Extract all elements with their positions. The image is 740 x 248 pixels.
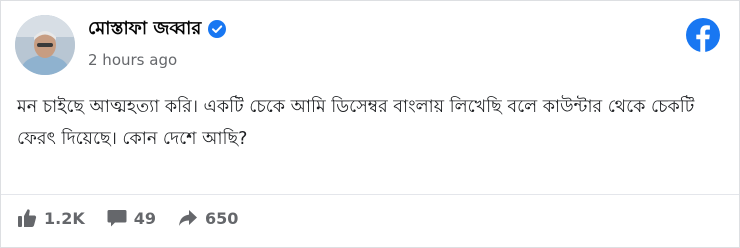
- comment-icon: [107, 210, 127, 227]
- comment-stat[interactable]: 49: [107, 208, 156, 228]
- like-icon: [18, 209, 37, 227]
- avatar[interactable]: [15, 15, 75, 75]
- verified-badge-icon: [208, 20, 227, 38]
- post-timestamp[interactable]: 2 hours ago: [88, 51, 177, 69]
- like-stat[interactable]: 1.2K: [17, 208, 85, 228]
- comment-count: 49: [133, 208, 157, 228]
- post-card: মোস্তাফা জব্বার 2 hours ago মন চাইছে আত্…: [0, 0, 740, 248]
- engagement-bar: 1.2K 49 650: [17, 205, 260, 231]
- author-name[interactable]: মোস্তাফা জব্বার: [88, 14, 201, 45]
- post-text: মন চাইছে আত্মহত্যা করি। একটি চেকে আমি ডি…: [17, 97, 695, 149]
- author-row: মোস্তাফা জব্বার: [88, 14, 227, 45]
- share-count: 650: [205, 208, 239, 228]
- facebook-logo-icon[interactable]: [686, 18, 720, 52]
- share-icon: [179, 210, 198, 226]
- avatar-image: [15, 15, 75, 75]
- share-stat[interactable]: 650: [178, 208, 238, 228]
- divider: [1, 194, 739, 195]
- like-count: 1.2K: [44, 208, 85, 228]
